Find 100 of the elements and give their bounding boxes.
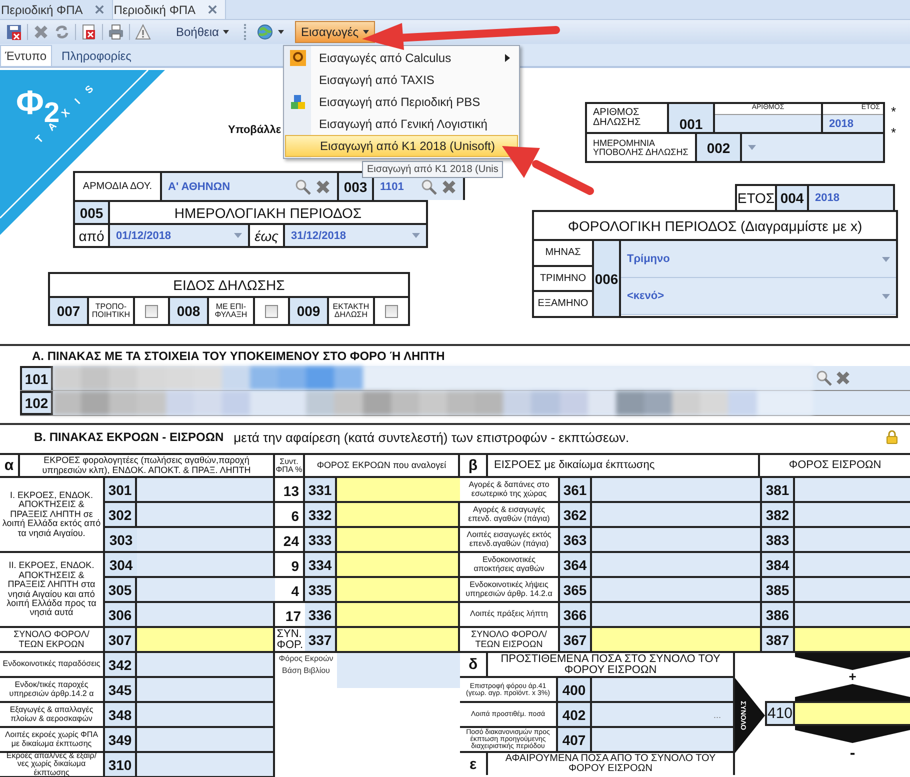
section-title: Β. ΠΙΝΑΚΑΣ ΕΚΡΟΩΝ - ΕΙΣΡΟΩΝ xyxy=(33,429,224,446)
tax-amount-field[interactable] xyxy=(337,603,460,628)
amount-field[interactable] xyxy=(592,678,735,703)
option-label: ΕΚΤΑΚΤΗ ΔΗΛΩΣΗ xyxy=(329,298,375,324)
total-tax-field[interactable] xyxy=(337,628,460,653)
date-dropdown[interactable]: 31/12/2018 xyxy=(285,225,426,246)
amount-field[interactable] xyxy=(137,503,275,528)
checkbox[interactable] xyxy=(384,304,398,318)
caret-icon[interactable] xyxy=(278,30,284,34)
tax-amount-field[interactable] xyxy=(337,528,460,553)
amount-field[interactable] xyxy=(137,603,275,628)
tax-amount-field[interactable] xyxy=(795,503,910,528)
menu-item[interactable]: Εισαγωγή από TAXIS xyxy=(285,69,518,91)
globe-icon[interactable] xyxy=(256,24,273,40)
submitter-label: Υποβάλλε xyxy=(228,124,282,136)
amount-field[interactable] xyxy=(137,753,275,777)
field-code: 310 xyxy=(105,753,137,777)
field-code: 001 xyxy=(669,104,715,132)
printer-icon[interactable] xyxy=(108,24,124,40)
close-icon[interactable] xyxy=(208,5,217,14)
tax-amount-field[interactable] xyxy=(795,478,910,503)
tax-amount-field[interactable] xyxy=(337,578,460,603)
period-dropdown[interactable]: Τρίμηνο xyxy=(621,241,896,278)
row-label: Ενδοκοινοτικές παραδόσεις xyxy=(0,653,105,678)
row-label: Λοιπές εισαγωγές εκτός επενδ.αγαθών (πάγια) xyxy=(460,528,560,553)
plus-sign: + xyxy=(848,670,858,684)
tax-amount-field[interactable] xyxy=(795,628,910,653)
tax-amount-field[interactable] xyxy=(337,553,460,578)
row-label: Ενδοκοινοτικές λήψεις υπηρεσιών άρθρ. 14.2.α xyxy=(460,578,560,603)
amount-field[interactable] xyxy=(592,478,762,503)
period-dropdown[interactable]: <κενό> xyxy=(621,278,896,315)
date-dropdown[interactable]: 01/12/2018 xyxy=(110,225,250,246)
view-tab[interactable]: Πληροφορίες xyxy=(58,46,136,66)
clear-icon[interactable] xyxy=(835,370,851,386)
field-code: 384 xyxy=(762,553,795,578)
amount-field[interactable] xyxy=(592,603,762,628)
tax-amount-field[interactable] xyxy=(337,478,460,503)
amount-field[interactable] xyxy=(592,728,735,753)
declaration-number-field[interactable] xyxy=(715,115,821,132)
section-letter: ε xyxy=(460,753,488,775)
amount-field[interactable] xyxy=(137,728,275,753)
book-tax-field[interactable] xyxy=(337,653,460,688)
menu-item[interactable]: Εισαγωγή από Γενική Λογιστική xyxy=(285,113,518,135)
amount-field[interactable] xyxy=(137,478,275,503)
menu-item[interactable]: Εισαγωγή από Κ1 2018 (Unisoft) xyxy=(285,135,518,157)
field-code: 383 xyxy=(762,528,795,553)
amount-field[interactable] xyxy=(137,678,275,703)
refresh-icon[interactable] xyxy=(54,24,70,40)
row-label: Ι. ΕΚΡΟΕΣ, ΕΝΔΟΚ. ΑΠΟΚΤΗΣΕΙΣ & ΠΡΑΞΕΙΣ ΛΗΠΤΗ σε λοιπή Ελλάδα εκτός από τα νησιά Αιγαίου. xyxy=(0,478,105,553)
field-code: 007 xyxy=(50,298,90,324)
dropdown-caret-icon xyxy=(882,294,890,298)
search-icon[interactable] xyxy=(816,370,832,386)
tax-amount-field[interactable] xyxy=(795,603,910,628)
field-code: 363 xyxy=(560,528,592,553)
field-code: 336 xyxy=(305,603,337,628)
section-letter: β xyxy=(460,455,488,476)
total-field[interactable] xyxy=(137,628,275,653)
tax-amount-field[interactable] xyxy=(795,528,910,553)
field-code: 334 xyxy=(305,553,337,578)
amount-field[interactable]: ... xyxy=(592,703,735,728)
field-code: 381 xyxy=(762,478,795,503)
field-code: 410 xyxy=(765,701,795,726)
amount-field[interactable] xyxy=(592,578,762,603)
menu-item[interactable]: Εισαγωγές από Calculus xyxy=(285,47,518,69)
amount-field[interactable] xyxy=(137,653,275,678)
checkbox[interactable] xyxy=(144,304,158,318)
menu-item[interactable]: Εισαγωγή από Περιοδική PBS xyxy=(285,91,518,113)
column-header: Συντ. ΦΠΑ % xyxy=(275,455,305,476)
year-field[interactable]: 2018 xyxy=(823,115,883,132)
tax-amount-field[interactable] xyxy=(795,553,910,578)
close-icon[interactable] xyxy=(94,5,104,14)
submenu-arrow-icon xyxy=(505,54,510,62)
field-code: 006 xyxy=(594,241,621,316)
row-label: ΣΥΝΟΛΟ ΦΟΡΟΛ/ΤΕΩΝ ΕΚΡΟΩΝ xyxy=(0,628,105,653)
delete-icon[interactable] xyxy=(33,24,49,40)
tax-amount-field[interactable] xyxy=(795,578,910,603)
view-tab[interactable]: Έντυπο xyxy=(0,45,52,66)
tooltip: Εισαγωγή από Κ1 2018 (Unis xyxy=(362,161,504,178)
document-delete-icon[interactable] xyxy=(81,24,97,40)
total-field[interactable] xyxy=(795,701,910,726)
document-tab[interactable]: Περιοδική ΦΠΑ xyxy=(112,0,226,19)
help-menu-button[interactable]: Βοήθεια xyxy=(170,22,235,42)
amount-field[interactable] xyxy=(137,553,275,578)
period-label: ΤΡΙΜΗΝΟ xyxy=(534,266,592,292)
field-code: 367 xyxy=(560,628,592,653)
field-code: 008 xyxy=(170,298,210,324)
amount-field[interactable] xyxy=(137,578,275,603)
amount-field[interactable] xyxy=(137,703,275,728)
field-code: 005 xyxy=(75,202,110,223)
amount-field[interactable] xyxy=(137,528,275,553)
caret-icon xyxy=(362,30,368,34)
checkbox[interactable] xyxy=(264,304,278,318)
amount-field[interactable] xyxy=(592,628,762,653)
amount-field[interactable] xyxy=(592,503,762,528)
warning-icon[interactable] xyxy=(135,24,151,40)
imports-menu-button[interactable]: Εισαγωγές xyxy=(294,21,374,43)
section-letter: α xyxy=(0,455,20,476)
tax-amount-field[interactable] xyxy=(337,503,460,528)
amount-field[interactable] xyxy=(592,553,762,578)
amount-field[interactable] xyxy=(592,528,762,553)
